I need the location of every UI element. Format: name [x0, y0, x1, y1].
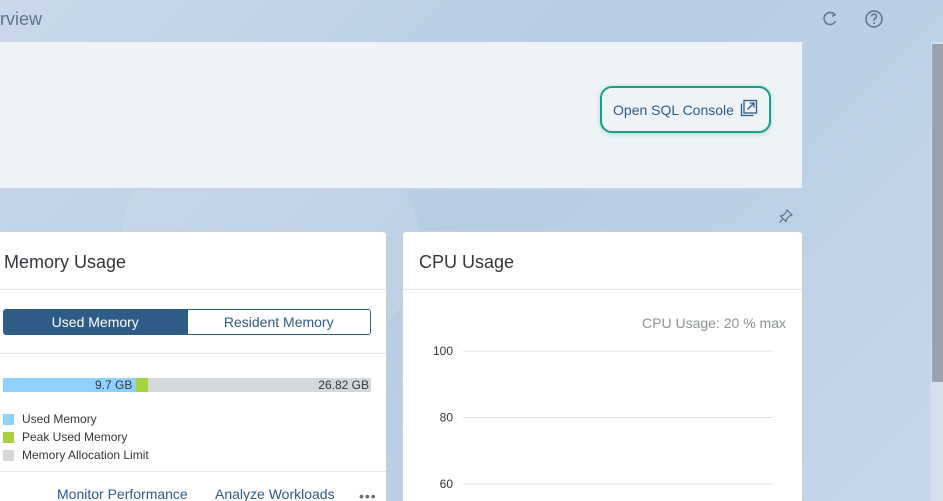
legend-item: Peak Used Memory: [3, 428, 149, 446]
peak-memory-fill: [135, 378, 148, 392]
cpu-usage-subtitle: CPU Usage: 20 % max: [642, 315, 786, 331]
segment-resident-memory[interactable]: Resident Memory: [186, 310, 370, 334]
legend-item: Memory Allocation Limit: [3, 446, 149, 464]
legend-label: Memory Allocation Limit: [22, 448, 149, 462]
analyze-workloads-link[interactable]: Analyze Workloads: [215, 486, 335, 501]
memory-card-title: Memory Usage: [4, 252, 127, 272]
memory-legend: Used Memory Peak Used Memory Memory Allo…: [3, 410, 149, 464]
y-tick-label: 60: [440, 477, 454, 491]
y-tick-label: 100: [433, 344, 453, 358]
legend-swatch: [3, 413, 14, 425]
legend-label: Peak Used Memory: [22, 430, 128, 444]
memory-type-segmented-button: Used Memory Resident Memory: [3, 309, 371, 335]
memory-bar: 9.7 GB 26.82 GB: [3, 378, 371, 392]
memory-usage-card: Memory Usage Used Memory Resident Memory…: [0, 231, 387, 501]
legend-item: Used Memory: [3, 410, 149, 428]
card-divider: [403, 289, 802, 290]
card-divider: [0, 289, 386, 290]
segment-used-memory[interactable]: Used Memory: [4, 310, 187, 334]
refresh-icon[interactable]: [820, 9, 840, 29]
help-icon[interactable]: [864, 9, 884, 29]
legend-label: Used Memory: [22, 412, 97, 426]
cpu-usage-card: CPU Usage CPU Usage: 20 % max 100 80 60: [402, 231, 803, 501]
open-sql-console-link[interactable]: Open SQL Console: [600, 86, 771, 133]
footer-divider: [0, 471, 386, 472]
used-memory-value: 9.7 GB: [95, 378, 133, 392]
y-tick-label: 80: [440, 411, 454, 425]
page-title: rview: [0, 9, 43, 29]
header-panel: Open SQL Console: [0, 42, 802, 223]
cpu-usage-chart: 100 80 60: [433, 344, 773, 491]
memory-limit-value: 26.82 GB: [318, 378, 369, 392]
legend-swatch: [3, 431, 14, 443]
pin-icon[interactable]: [778, 208, 794, 224]
more-icon[interactable]: •••: [359, 488, 377, 501]
external-link-icon: [740, 99, 758, 120]
legend-swatch: [3, 449, 14, 461]
sql-console-label: Open SQL Console: [613, 101, 734, 118]
shell-bar: rview: [0, 0, 943, 42]
monitor-performance-link[interactable]: Monitor Performance: [57, 486, 188, 501]
section-divider: [0, 353, 386, 354]
scrollbar-thumb[interactable]: [932, 44, 943, 382]
cpu-card-title: CPU Usage: [419, 252, 515, 272]
